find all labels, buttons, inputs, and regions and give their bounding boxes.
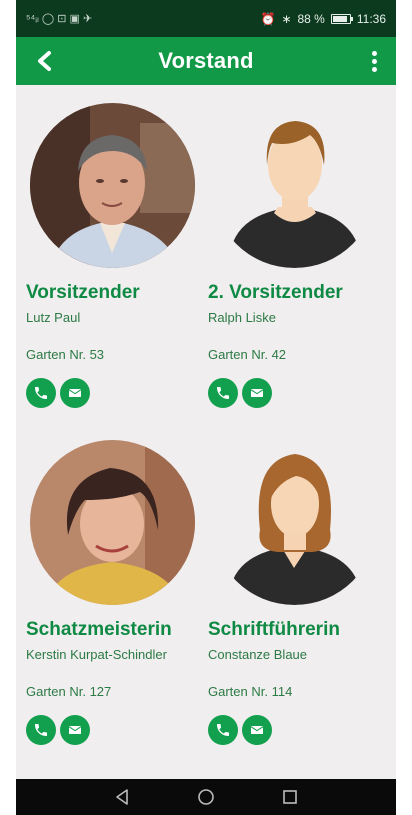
back-button[interactable] bbox=[24, 41, 64, 81]
more-vertical-icon bbox=[371, 50, 377, 56]
member-garden: Garten Nr. 114 bbox=[208, 684, 293, 699]
member-name: Constanze Blaue bbox=[208, 647, 308, 662]
page-title: Vorstand bbox=[158, 48, 254, 73]
call-button[interactable] bbox=[26, 378, 56, 408]
nav-back-button[interactable] bbox=[106, 781, 138, 813]
board-members-grid: Vorsitzender Lutz Paul Garten Nr. 53 2. … bbox=[16, 85, 396, 779]
email-button[interactable] bbox=[242, 715, 272, 745]
member-garden: Garten Nr. 42 bbox=[208, 347, 287, 362]
alarm-icon: ⏰ bbox=[260, 11, 276, 26]
member-garden: Garten Nr. 53 bbox=[26, 347, 105, 362]
circle-home-icon bbox=[198, 789, 214, 805]
phone-icon bbox=[217, 387, 229, 399]
email-button[interactable] bbox=[242, 378, 272, 408]
member-name: Kerstin Kurpat-Schindler bbox=[26, 647, 167, 662]
battery-text: 88 % bbox=[297, 11, 325, 26]
phone-icon bbox=[35, 724, 47, 736]
call-button[interactable] bbox=[26, 715, 56, 745]
member-role: Schatzmeisterin bbox=[26, 619, 172, 640]
member-card: Schriftführerin Constanze Blaue Garten N… bbox=[208, 440, 388, 745]
member-role: Schriftführerin bbox=[208, 619, 340, 640]
system-nav-bar bbox=[16, 779, 396, 815]
member-role: Vorsitzender bbox=[26, 282, 140, 303]
status-bar: ⁵⁴ᵢₗ ◯ ⊡ ▣ ✈ ⏰ ∗ 88 % 11:36 bbox=[16, 0, 396, 37]
email-button[interactable] bbox=[60, 378, 90, 408]
contact-actions bbox=[208, 378, 388, 408]
member-card: 2. Vorsitzender Ralph Liske Garten Nr. 4… bbox=[208, 103, 388, 408]
status-time: 11:36 bbox=[356, 11, 386, 26]
avatar bbox=[212, 103, 377, 268]
envelope-icon bbox=[68, 726, 82, 734]
avatar bbox=[30, 103, 195, 268]
member-garden: Garten Nr. 127 bbox=[26, 684, 112, 699]
nav-recents-button[interactable] bbox=[274, 781, 306, 813]
bluetooth-icon: ∗ bbox=[281, 11, 292, 26]
square-recents-icon bbox=[283, 790, 297, 804]
envelope-icon bbox=[68, 389, 82, 397]
call-button[interactable] bbox=[208, 715, 238, 745]
member-name: Ralph Liske bbox=[208, 310, 276, 325]
status-right: ⏰ ∗ 88 % 11:36 bbox=[260, 12, 386, 26]
status-left-icons: ⁵⁴ᵢₗ ◯ ⊡ ▣ ✈ bbox=[26, 12, 92, 25]
chevron-left-icon bbox=[38, 51, 51, 71]
battery-icon bbox=[330, 13, 353, 24]
overflow-menu-button[interactable] bbox=[356, 41, 392, 81]
phone-icon bbox=[217, 724, 229, 736]
contact-actions bbox=[26, 715, 206, 745]
member-card: Schatzmeisterin Kerstin Kurpat-Schindler… bbox=[26, 440, 206, 745]
member-role: 2. Vorsitzender bbox=[208, 282, 343, 303]
contact-actions bbox=[208, 715, 388, 745]
phone-icon bbox=[35, 387, 47, 399]
member-card: Vorsitzender Lutz Paul Garten Nr. 53 bbox=[26, 103, 206, 408]
contact-actions bbox=[26, 378, 206, 408]
envelope-icon bbox=[250, 726, 264, 734]
app-bar: Vorstand bbox=[16, 37, 396, 85]
nav-home-button[interactable] bbox=[190, 781, 222, 813]
notification-icons: ⁵⁴ᵢₗ ◯ ⊡ ▣ ✈ bbox=[26, 13, 93, 25]
envelope-icon bbox=[250, 389, 264, 397]
avatar bbox=[212, 440, 377, 605]
avatar bbox=[30, 440, 195, 605]
triangle-back-icon bbox=[116, 789, 128, 805]
email-button[interactable] bbox=[60, 715, 90, 745]
member-name: Lutz Paul bbox=[26, 310, 81, 325]
call-button[interactable] bbox=[208, 378, 238, 408]
